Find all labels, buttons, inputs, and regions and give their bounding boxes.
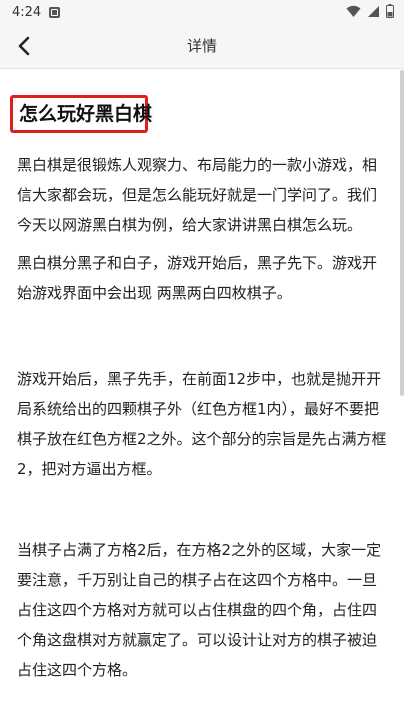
image-icon bbox=[49, 6, 61, 18]
paragraph: 当棋子占满了方格2后，在方格2之外的区域，大家一定要注意，千万别让自己的棋子占在… bbox=[17, 541, 382, 679]
chevron-left-icon bbox=[18, 36, 30, 56]
status-icons bbox=[346, 4, 394, 18]
scrollbar[interactable] bbox=[400, 70, 404, 396]
paragraph: 黑白棋分黑子和白子，游戏开始后，黑子先下。游戏开始游戏界面中会出现 两黑两白四枚… bbox=[17, 254, 378, 302]
app-header: 详情 bbox=[0, 24, 404, 69]
article-title: 怎么玩好黑白棋 bbox=[19, 103, 153, 125]
battery-icon bbox=[386, 4, 394, 18]
page-title: 详情 bbox=[186, 37, 217, 55]
article-content: 怎么玩好黑白棋 黑白棋是很锻炼人观察力、布局能力的一款小游戏，相信大家都会玩，但… bbox=[0, 69, 394, 720]
paragraph: 黑白棋是很锻炼人观察力、布局能力的一款小游戏，相信大家都会玩，但是怎么能玩好就是… bbox=[17, 156, 378, 234]
back-button[interactable] bbox=[8, 30, 40, 62]
wifi-icon bbox=[346, 5, 361, 17]
paragraph: 游戏开始后，黑子先手，在前面12步中，也就是抛开开局系统给出的四颗棋子外（红色方… bbox=[17, 370, 387, 478]
signal-icon bbox=[368, 5, 379, 17]
article-title-box: 怎么玩好黑白棋 bbox=[10, 95, 153, 133]
status-bar: 4:24 bbox=[0, 0, 404, 24]
status-time: 4:24 bbox=[12, 4, 42, 20]
